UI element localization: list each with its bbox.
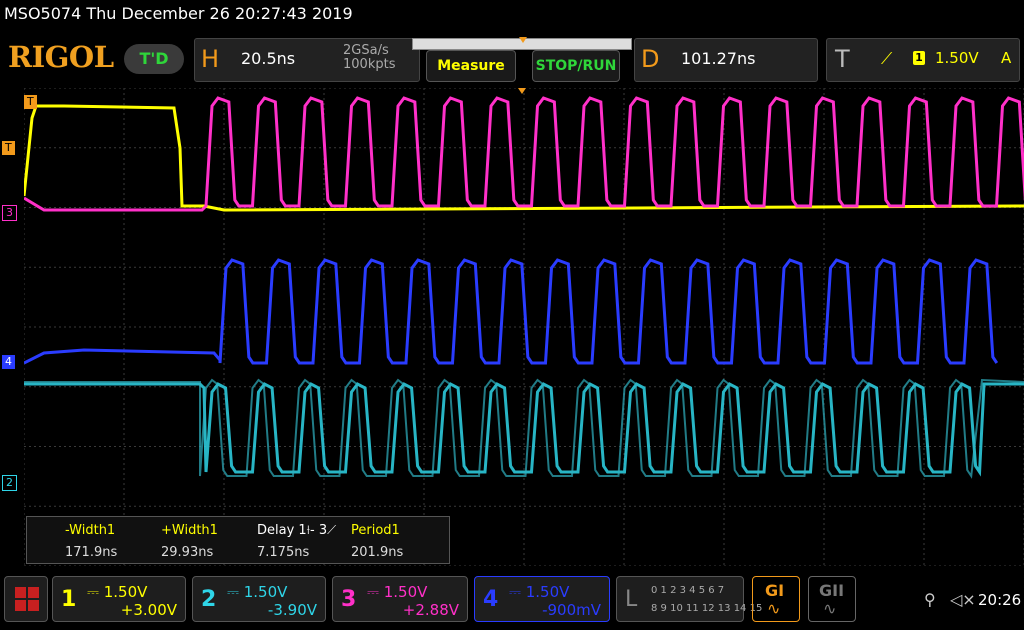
channel-3-number: 3 [341,587,357,612]
trigger-letter: T [835,45,850,73]
generator-2-button[interactable]: GII ∿ [808,576,856,622]
logic-letter: L [625,587,638,612]
channel-3-box[interactable]: 3 ⎓ 1.50V +2.88V [332,576,468,622]
trigger-level: 1.50V [935,49,979,67]
channel-2-marker[interactable]: 2 [2,475,17,491]
channel-1-box[interactable]: 1 ⎓ 1.50V +3.00V [52,576,186,622]
measure-label-pos-width: +Width1 [161,523,218,538]
channel-3-scale: ⎓ 1.50V [367,583,428,601]
channel-1-scale: ⎓ 1.50V [87,583,148,601]
channel-3-offset: +2.88V [402,601,459,619]
measure-value-pos-width: 29.93ns [161,545,214,560]
stop-run-button[interactable]: STOP/RUN [532,50,620,82]
system-clock: 20:26 [978,591,1022,609]
measure-value-delay: 7.175ns [257,545,310,560]
trigger-source-badge: 1 [913,51,925,65]
channel-2-scale: ⎓ 1.50V [227,583,288,601]
measure-label-period: Period1 [351,523,400,538]
channel-1-number: 1 [61,587,77,612]
sample-rate: 2GSa/s [343,43,389,58]
delay-settings-box[interactable]: D 101.27ns [634,38,818,82]
trigger-position-marker [518,88,526,94]
rigol-logo: RIGOL [8,40,114,74]
generator-1-button[interactable]: GI ∿ [752,576,800,622]
rising-edge-icon: ⟋ [881,49,893,68]
trigger-position-flag: T [24,95,37,109]
logic-channels-row1: 0 1 2 3 4 5 6 7 [651,585,725,596]
channel-1-offset: +3.00V [120,601,177,619]
sine-wave-icon: ∿ [767,599,781,618]
measure-value-neg-width: 171.9ns [65,545,118,560]
generator-1-label: GI [765,581,785,600]
memory-position-strip [412,37,632,50]
logic-analyzer-box[interactable]: L 0 1 2 3 4 5 6 7 8 9 10 11 12 13 14 15 [616,576,762,622]
trigger-mode: A [1001,49,1012,67]
measure-label-neg-width: -Width1 [65,523,116,538]
sine-wave-icon: ∿ [823,599,837,618]
memory-depth: 100kpts [343,57,396,72]
speaker-mute-icon[interactable]: ◁× [950,590,976,609]
trigger-level-marker[interactable]: T [2,141,15,155]
channel-4-number: 4 [483,587,499,612]
measurement-panel[interactable]: -Width1 171.9ns +Width1 29.93ns Delay 1⟊… [26,516,450,564]
channel-4-offset: -900mV [542,601,601,619]
logic-channels-row2: 8 9 10 11 12 13 14 15 [651,603,763,614]
measure-label-delay: Delay 1⟊- 3⟋ [257,523,337,538]
horizontal-settings-box[interactable]: H 20.5ns 2GSa/s 100kpts [194,38,420,82]
grid-menu-icon [15,587,39,611]
delay-value: 101.27ns [681,49,756,68]
measure-button[interactable]: Measure [426,50,516,82]
channel-4-marker[interactable]: 4 [2,355,15,369]
channel-2-box[interactable]: 2 ⎓ 1.50V -3.90V [192,576,326,622]
home-menu-button[interactable] [4,576,48,622]
waveform-display[interactable] [24,88,1024,566]
channel-2-offset: -3.90V [267,601,317,619]
usb-icon: ⚲ [924,590,936,609]
channel-4-box[interactable]: 4 ⎓ 1.50V -900mV [474,576,610,622]
channel-4-waveform [24,258,999,365]
measure-value-period: 201.9ns [351,545,404,560]
channel-3-marker[interactable]: 3 [2,205,17,221]
trigger-settings-box[interactable]: T ⟋ 1 1.50V A [826,38,1020,82]
status-datetime: MSO5074 Thu December 26 20:27:43 2019 [4,4,353,23]
horizontal-letter: H [201,45,220,73]
channel-4-scale: ⎓ 1.50V [509,583,570,601]
delay-letter: D [641,45,660,73]
generator-2-label: GII [819,581,845,600]
timebase-value: 20.5ns [241,49,296,68]
channel-2-number: 2 [201,587,217,612]
trigger-status-badge: T'D [124,44,184,74]
